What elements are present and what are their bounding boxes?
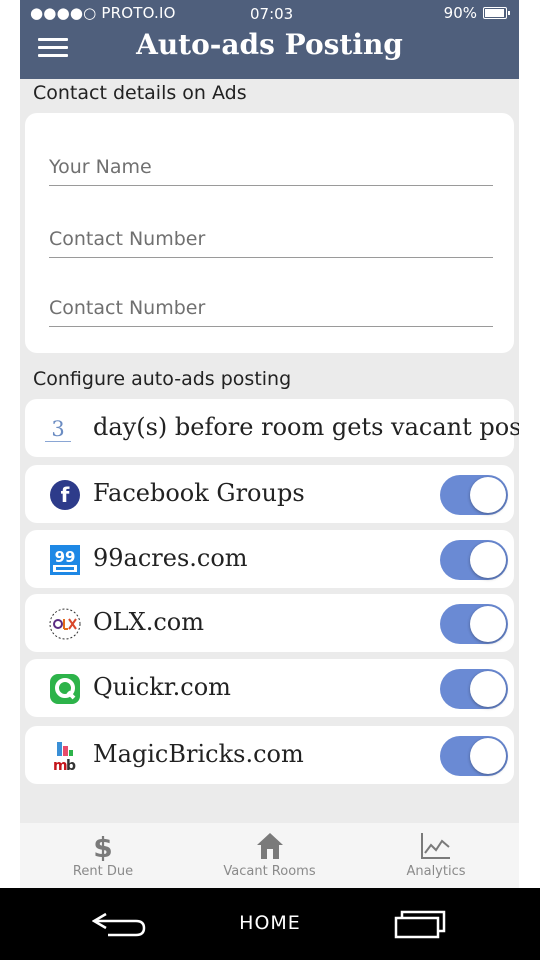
config-section-label: Configure auto-ads posting	[33, 368, 292, 390]
site-label-magicbricks: MagicBricks.com	[93, 740, 304, 768]
tab-label-analytics: Analytics	[406, 864, 466, 879]
site-row-olx: OLX.com	[25, 594, 514, 652]
facebook-icon: f	[50, 480, 80, 510]
battery-icon	[483, 7, 510, 19]
svg-text:b: b	[66, 758, 76, 772]
system-nav-bar: HOME	[0, 888, 540, 960]
site-row-99acres: 99 99acres.com	[25, 530, 514, 588]
site-row-magicbricks: m b MagicBricks.com	[25, 726, 514, 784]
site-label-quikr: Quickr.com	[93, 673, 231, 701]
tab-rent-due[interactable]: $ Rent Due	[20, 823, 186, 888]
svg-text:$: $	[93, 831, 112, 861]
toggle-olx[interactable]	[440, 604, 508, 644]
contact-section-label: Contact details on Ads	[33, 82, 247, 104]
top-bar: ●●●●○ PROTO.IO 07:03 90% Auto-ads Postin…	[20, 0, 519, 79]
status-time: 07:03	[250, 5, 294, 23]
svg-text:99: 99	[55, 548, 76, 566]
your-name-input[interactable]	[49, 149, 493, 186]
app-screen: ●●●●○ PROTO.IO 07:03 90% Auto-ads Postin…	[20, 0, 519, 888]
battery-percent: 90%	[443, 4, 477, 22]
tab-vacant-rooms[interactable]: Vacant Rooms	[186, 823, 353, 888]
home-button[interactable]: HOME	[0, 912, 540, 934]
site-row-quikr: Quickr.com	[25, 659, 514, 717]
magicbricks-icon: m b	[53, 742, 76, 772]
site-label-olx: OLX.com	[93, 608, 204, 636]
svg-text:f: f	[61, 483, 70, 507]
site-row-facebook: f Facebook Groups	[25, 465, 514, 523]
chart-icon	[421, 833, 450, 859]
page-title: Auto-ads Posting	[136, 28, 403, 61]
99acres-icon: 99	[50, 545, 80, 575]
toggle-facebook[interactable]	[440, 475, 508, 515]
days-input[interactable]: 3	[45, 417, 71, 442]
toggle-99acres[interactable]	[440, 540, 508, 580]
tab-analytics[interactable]: Analytics	[353, 823, 519, 888]
toggle-magicbricks[interactable]	[440, 736, 508, 776]
dollar-icon: $	[93, 831, 112, 861]
bottom-tab-bar: $ Rent Due Vacant Rooms Analytics	[20, 823, 519, 888]
site-label-99acres: 99acres.com	[93, 544, 248, 572]
recent-apps-icon[interactable]	[393, 908, 449, 940]
days-description: day(s) before room gets vacant post Ad.	[93, 413, 519, 441]
tab-label-rent-due: Rent Due	[72, 864, 134, 879]
site-label-facebook: Facebook Groups	[93, 479, 305, 507]
status-battery: 90%	[443, 4, 510, 22]
days-setting-card: 3 day(s) before room gets vacant post Ad…	[25, 399, 519, 457]
status-carrier: ●●●●○ PROTO.IO	[30, 4, 176, 22]
contact-card	[25, 113, 514, 353]
quikr-icon	[50, 674, 80, 704]
contact-number-input-1[interactable]	[49, 221, 493, 258]
toggle-quikr[interactable]	[440, 669, 508, 709]
tab-label-vacant-rooms: Vacant Rooms	[223, 864, 316, 879]
house-icon	[256, 833, 283, 859]
olx-icon	[49, 608, 81, 640]
contact-number-input-2[interactable]	[49, 290, 493, 327]
